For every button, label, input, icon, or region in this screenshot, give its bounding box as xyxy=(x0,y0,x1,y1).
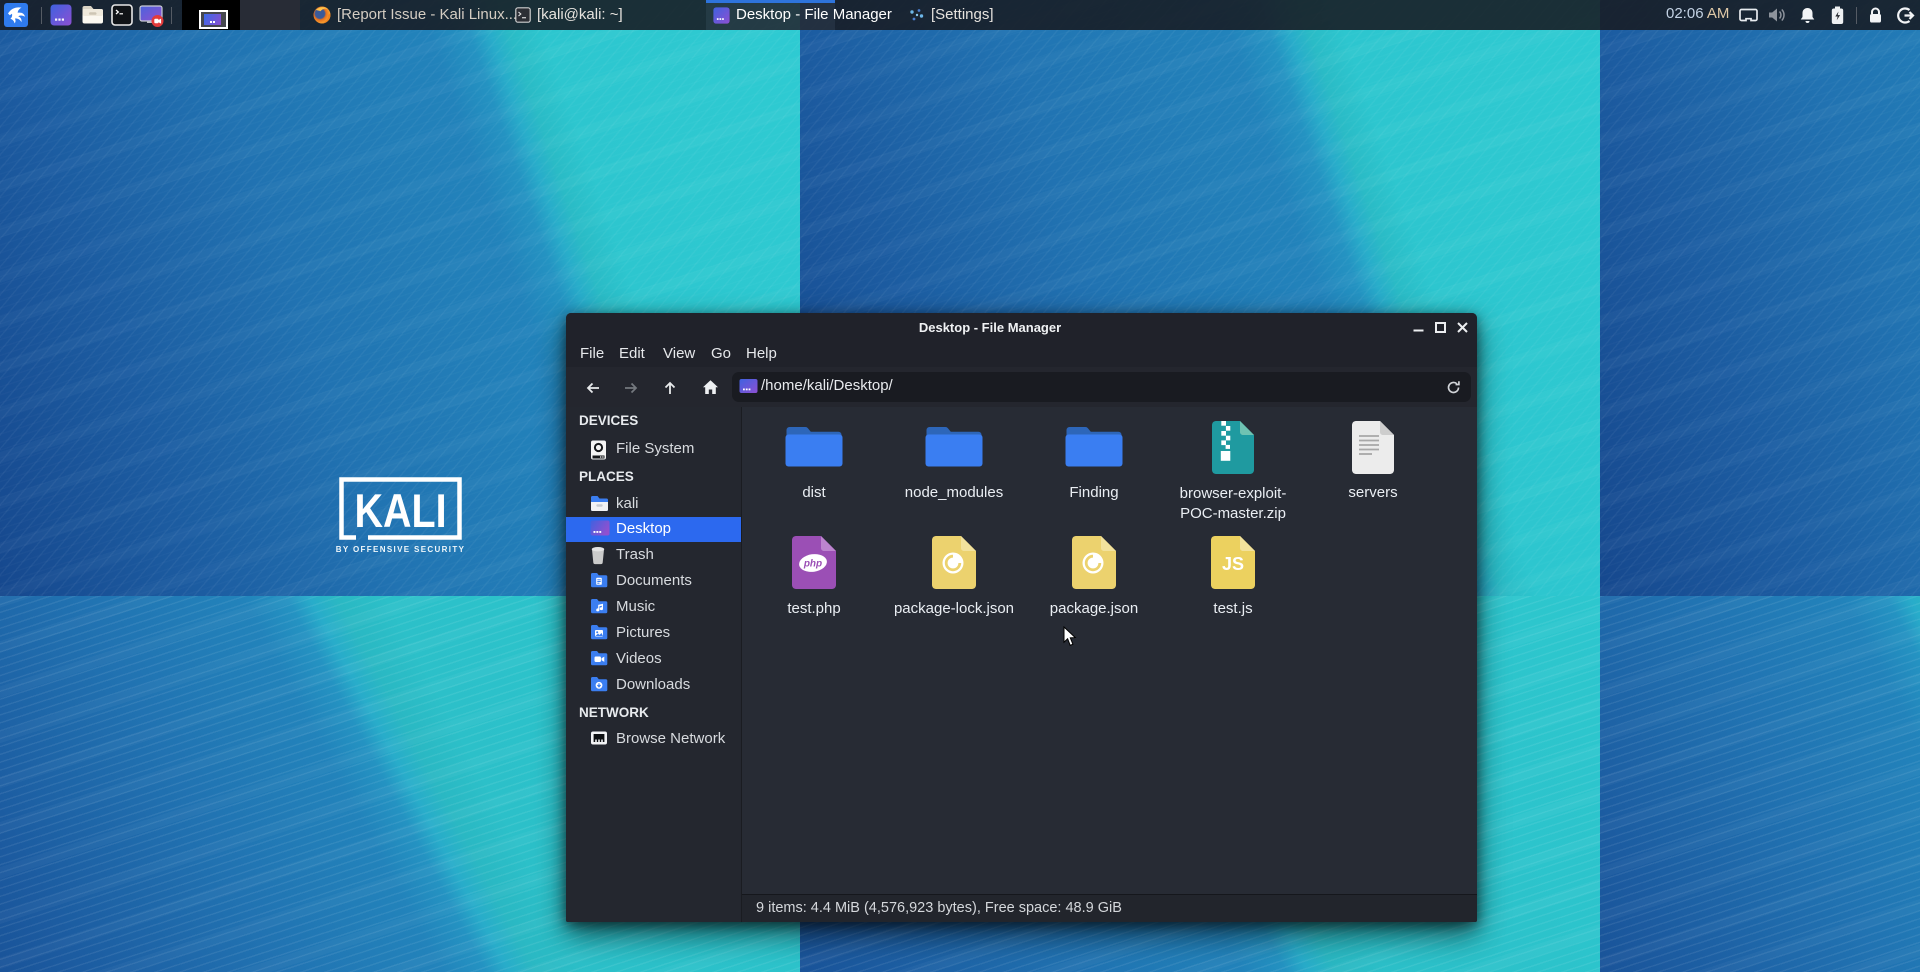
svg-text:JS: JS xyxy=(1222,554,1244,574)
svg-text:php: php xyxy=(803,559,822,570)
